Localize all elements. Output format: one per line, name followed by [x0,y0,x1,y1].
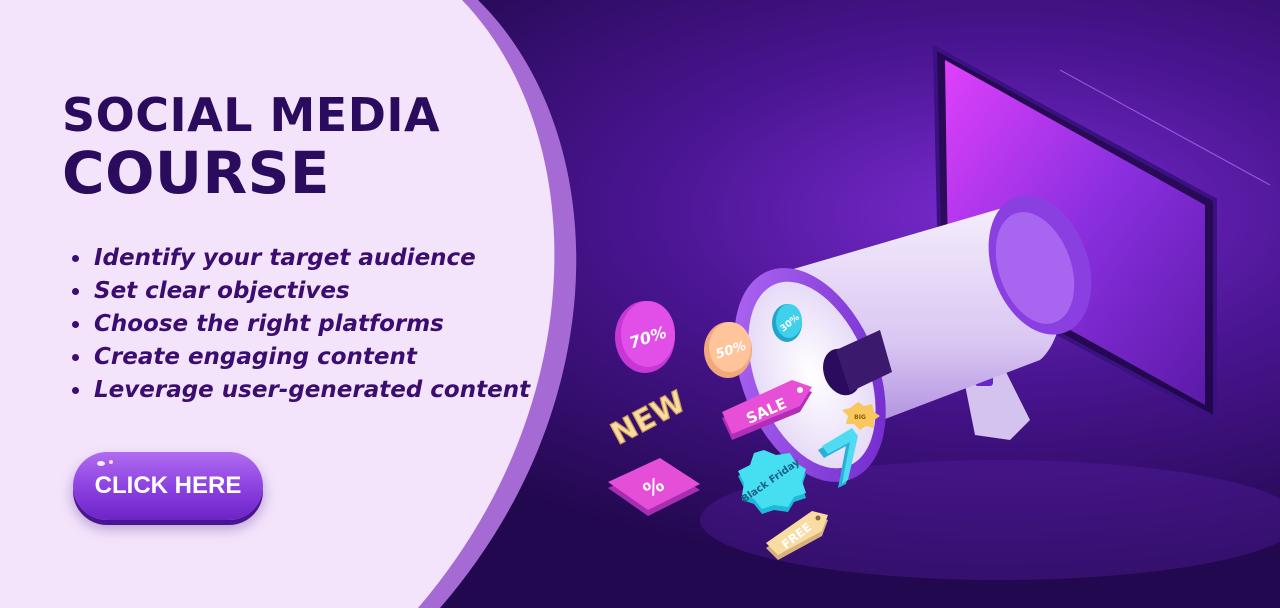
page-title: SOCIAL MEDIA COURSE [62,92,440,202]
button-shine [109,460,113,464]
bullet-icon [72,354,79,361]
list-item: Leverage user-generated content [70,374,530,407]
badge-30: 30% [772,304,802,342]
list-item: Create engaging content [70,341,530,374]
button-shine [97,461,105,466]
feature-list: Identify your target audience Set clear … [70,242,530,407]
title-line-2: COURSE [62,139,331,207]
list-item: Choose the right platforms [70,308,530,341]
list-item: Set clear objectives [70,275,530,308]
promo-banner: 70% 50% 30% NEW SALE % Black Friday FREE… [0,0,1280,608]
badge-free: FREE [766,511,828,560]
bullet-icon [72,255,79,262]
click-here-button[interactable]: CLICK HERE [73,452,263,520]
bullet-icon [72,288,79,295]
bullet-icon [72,321,79,328]
badge-black-friday: Black Friday [738,450,806,514]
title-line-1: SOCIAL MEDIA [62,88,441,142]
svg-text:NEW: NEW [605,385,691,453]
badge-70: 70% [615,301,675,373]
svg-text:BIG: BIG [854,414,866,421]
badge-50: 50% [704,322,752,378]
badge-new: NEW [605,384,692,453]
badge-percent: % [608,458,700,516]
list-item: Identify your target audience [70,242,530,275]
bullet-icon [72,387,79,394]
button-label: CLICK HERE [94,472,242,499]
